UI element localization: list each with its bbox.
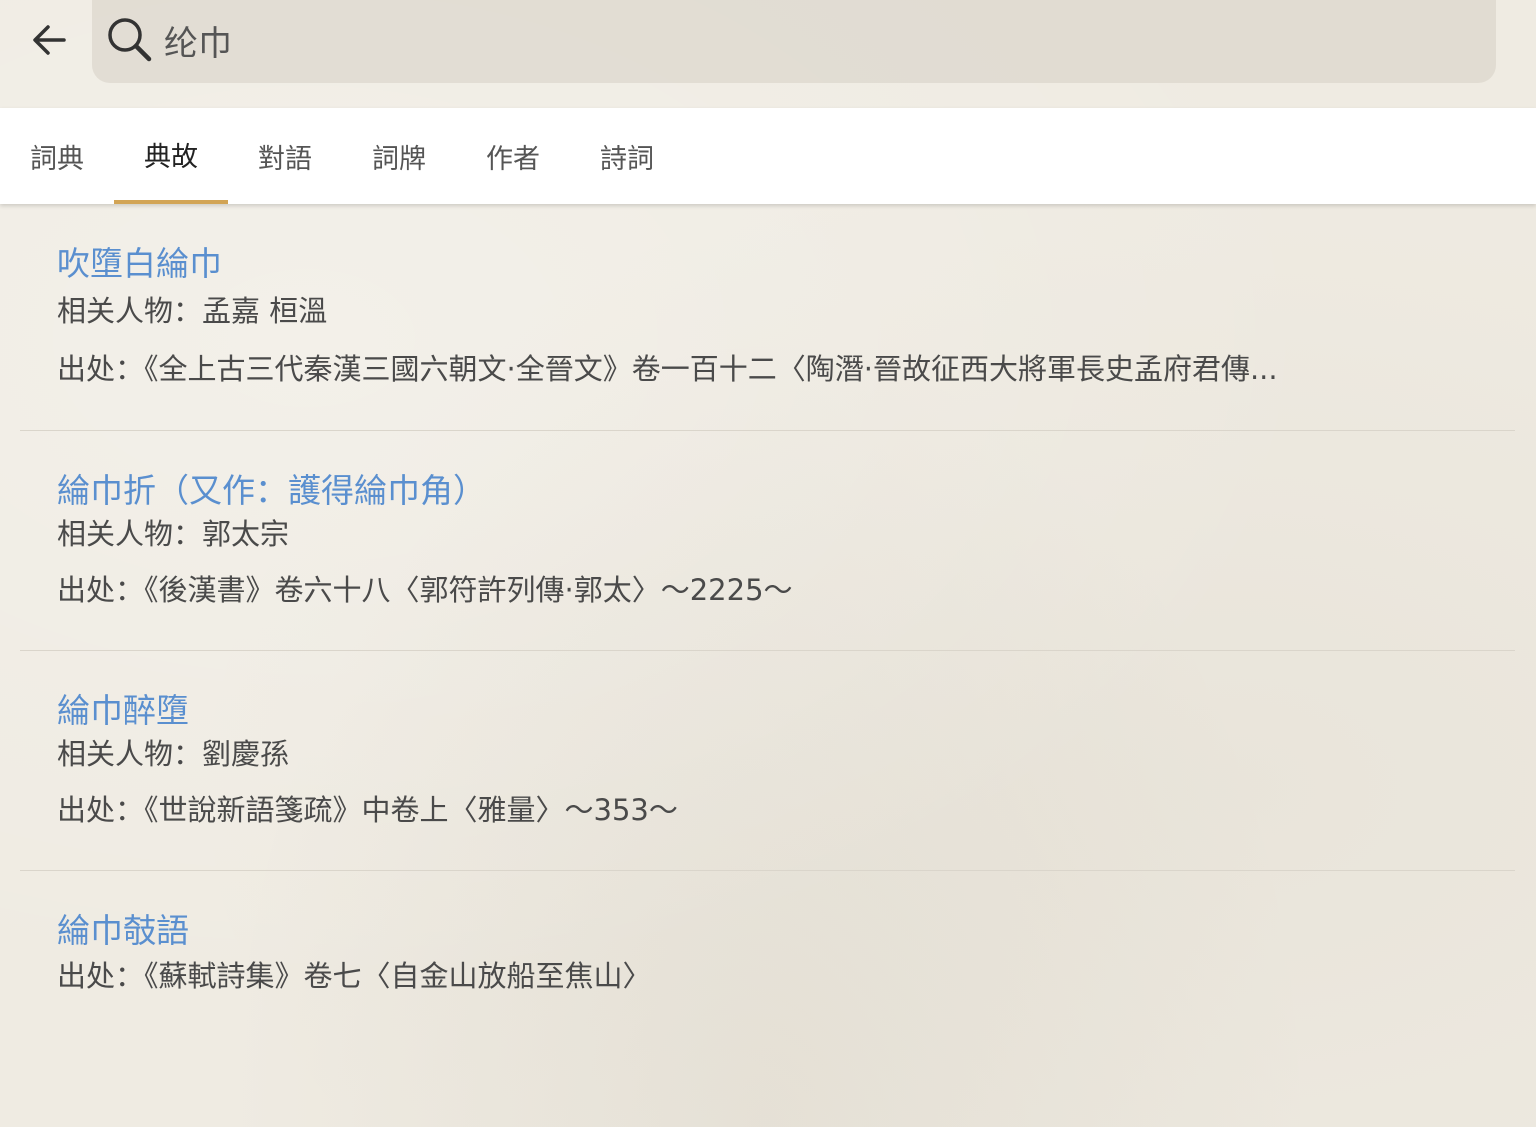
entry-source: 出处：《後漢書》卷六十八〈郭符許列傳·郭太〉～2225～ [57,567,793,609]
list-item[interactable]: 綸巾醉墮 相关人物：劉慶孫 出处：《世說新語箋疏》中卷上〈雅量〉～353～ [20,651,1515,871]
people-value: 孟嘉 桓溫 [202,294,328,328]
tab-bar: 詞典 典故 對語 詞牌 作者 詩詞 [0,108,1536,204]
people-value: 郭太宗 [202,517,290,551]
top-bar [0,0,1536,108]
entry-title[interactable]: 綸巾醉墮 [57,684,189,732]
source-value: 《後漢書》卷六十八〈郭符許列傳·郭太〉～2225～ [144,573,793,607]
people-label: 相关人物： [57,737,203,771]
tab-allusion[interactable]: 典故 [114,108,228,204]
tab-dictionary[interactable]: 詞典 [0,108,114,204]
entry-title[interactable]: 綸巾折（又作：護得綸巾角） [57,464,486,512]
search-icon [108,18,152,62]
entry-people: 相关人物：劉慶孫 [57,731,289,773]
people-value: 劉慶孫 [202,737,290,771]
source-label: 出处： [57,793,145,827]
entry-people: 相关人物：孟嘉 桓溫 [57,288,327,330]
list-item[interactable]: 吹墮白綸巾 相关人物：孟嘉 桓溫 出处：《全上古三代秦漢三國六朝文·全晉文》卷一… [20,204,1515,431]
source-label: 出处： [57,352,145,386]
tab-couplets[interactable]: 對語 [228,108,342,204]
entry-source: 出处：《蘇軾詩集》卷七〈自金山放船至焦山〉 [57,953,652,995]
entry-people: 相关人物：郭太宗 [57,511,289,553]
tab-ci-tunes[interactable]: 詞牌 [342,108,456,204]
search-input[interactable] [164,12,1464,68]
entry-title[interactable]: 吹墮白綸巾 [57,237,222,285]
source-label: 出处： [57,573,145,607]
source-label: 出处： [57,959,145,993]
list-item[interactable]: 綸巾折（又作：護得綸巾角） 相关人物：郭太宗 出处：《後漢書》卷六十八〈郭符許列… [20,431,1515,651]
entry-source: 出处：《世說新語箋疏》中卷上〈雅量〉～353～ [57,787,678,829]
source-value: 《世說新語箋疏》中卷上〈雅量〉～353～ [144,793,678,827]
people-label: 相关人物： [57,517,203,551]
source-value: 《全上古三代秦漢三國六朝文·全晉文》卷一百十二〈陶潛·晉故征西大將軍長史孟府君傳… [144,352,1278,386]
people-label: 相关人物： [57,294,203,328]
back-arrow-icon [33,25,66,55]
search-box[interactable] [92,0,1496,83]
tab-authors[interactable]: 作者 [456,108,570,204]
entry-source: 出处：《全上古三代秦漢三國六朝文·全晉文》卷一百十二〈陶潛·晉故征西大將軍長史孟… [57,346,1278,388]
back-button[interactable] [22,14,74,66]
tab-poems[interactable]: 詩詞 [570,108,684,204]
source-value: 《蘇軾詩集》卷七〈自金山放船至焦山〉 [144,959,652,993]
list-item[interactable]: 綸巾攲語 出处：《蘇軾詩集》卷七〈自金山放船至焦山〉 [20,871,1515,1051]
entry-title[interactable]: 綸巾攲語 [57,904,189,952]
